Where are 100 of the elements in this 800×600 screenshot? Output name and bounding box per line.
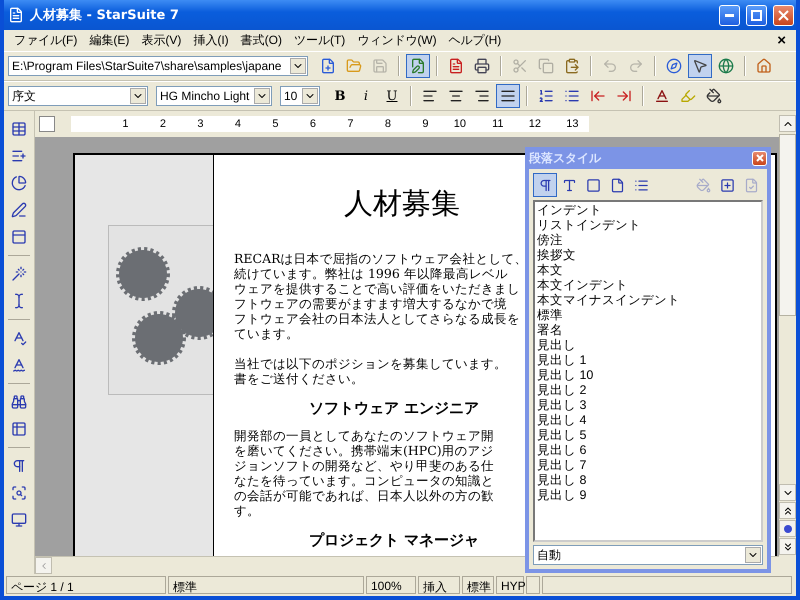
- ruler-number: 11: [491, 118, 504, 130]
- format-button[interactable]: B: [328, 84, 352, 108]
- navigation-button[interactable]: [779, 520, 796, 537]
- status-field: [526, 576, 540, 594]
- indent-icon: [616, 88, 632, 104]
- font-name-field[interactable]: HG Mincho Light: [156, 86, 272, 106]
- scroll-down-button[interactable]: [779, 484, 796, 501]
- menu-item[interactable]: 挿入(I): [187, 30, 235, 51]
- style-list-item[interactable]: 本文: [537, 263, 759, 278]
- align-right-icon: [474, 88, 490, 104]
- style-list-item[interactable]: 見出し 1: [537, 353, 759, 368]
- paragraph-line: ウェアを提供することで高い評価をいただきまし: [234, 281, 521, 296]
- style-list-item[interactable]: 挨拶文: [537, 248, 759, 263]
- form-icon: [11, 229, 27, 245]
- close-document-button[interactable]: ×: [771, 32, 792, 49]
- undo-icon: [602, 58, 618, 74]
- copy-icon: [538, 58, 554, 74]
- scroll-thumb[interactable]: [779, 134, 796, 316]
- table-grid-icon: [11, 421, 27, 437]
- minimize-button[interactable]: [719, 4, 740, 26]
- next-page-button[interactable]: [779, 538, 796, 555]
- maximize-button[interactable]: [746, 4, 767, 26]
- style-list-item[interactable]: インデント: [537, 203, 759, 218]
- new-style-icon: [720, 178, 734, 192]
- menu-item[interactable]: ファイル(F): [8, 30, 84, 51]
- section-heading: ソフトウェア エンジニア: [308, 401, 480, 416]
- save-icon: [372, 58, 388, 74]
- style-list-item[interactable]: 標準: [537, 308, 759, 323]
- paragraph-style-field[interactable]: 序文: [8, 86, 148, 106]
- scroll-up-button[interactable]: [779, 115, 796, 132]
- paragraph-line: なたを待っています。コンピュータの知識と: [234, 473, 495, 488]
- style-list-item[interactable]: 署名: [537, 323, 759, 338]
- paragraph-line: す。: [234, 503, 261, 518]
- maximize-icon: [751, 10, 762, 20]
- monitor-icon: [11, 512, 27, 528]
- style-list-item[interactable]: 見出し 3: [537, 398, 759, 413]
- format-button[interactable]: i: [354, 84, 378, 108]
- ruler-number: 1: [121, 118, 128, 130]
- paint-bucket-icon: [706, 88, 722, 104]
- ruler-number: 5: [271, 118, 278, 130]
- close-button[interactable]: [773, 4, 794, 26]
- paste-icon: [564, 58, 580, 74]
- url-field[interactable]: E:\Program Files\StarSuite7\share\samples\japane: [8, 56, 308, 76]
- dot-icon: [784, 524, 792, 532]
- style-list-item[interactable]: 見出し 6: [537, 443, 759, 458]
- style-list-item[interactable]: 見出し 8: [537, 473, 759, 488]
- align-justify-icon: [500, 88, 516, 104]
- folder-icon: [346, 58, 362, 74]
- menu-item[interactable]: ウィンドウ(W): [351, 30, 443, 51]
- house-icon: [756, 58, 772, 74]
- paragraph-line: 当社では以下のポジションを募集しています。: [234, 356, 508, 371]
- menu-item[interactable]: 書式(O): [234, 30, 288, 51]
- ruler-number: 10: [452, 118, 466, 130]
- update-style-icon: [744, 178, 758, 192]
- style-filter-field[interactable]: 自動: [533, 545, 763, 565]
- style-list-item[interactable]: 見出し 5: [537, 428, 759, 443]
- style-list-item[interactable]: 見出し 4: [537, 413, 759, 428]
- style-list-item[interactable]: 傍注: [537, 233, 759, 248]
- format-button[interactable]: U: [380, 84, 404, 108]
- minimize-icon: [725, 14, 734, 16]
- frame-icon: [586, 178, 600, 192]
- style-list-item[interactable]: 本文インデント: [537, 278, 759, 293]
- paragraph-line: フトウェア会社の日本法人としてさらなる成長を: [234, 311, 521, 326]
- new-file-icon: [320, 58, 336, 74]
- close-button[interactable]: [752, 150, 767, 166]
- style-list-item[interactable]: 見出し 10: [537, 368, 759, 383]
- menu-item[interactable]: 編集(E): [83, 30, 136, 51]
- menu-item[interactable]: ツール(T): [288, 30, 352, 51]
- ruler-number: 3: [196, 118, 204, 130]
- paragraph-line: を磨いてください。携帯端末(HPC)用のアジ: [234, 443, 495, 458]
- align-center-icon: [448, 88, 464, 104]
- toolbar-button[interactable]: [496, 84, 520, 108]
- menu-item[interactable]: 表示(V): [135, 30, 188, 51]
- style-list-item[interactable]: リストインデント: [537, 218, 759, 233]
- status-field: 標準: [462, 576, 494, 594]
- menu-item[interactable]: ヘルプ(H): [442, 30, 508, 51]
- highlighter-icon: [680, 88, 696, 104]
- style-list-item[interactable]: 見出し 9: [537, 488, 759, 503]
- style-category-button[interactable]: [533, 173, 557, 197]
- status-field: 標準: [168, 576, 364, 594]
- style-list-item[interactable]: 見出し: [537, 338, 759, 353]
- font-size-field[interactable]: 10: [280, 86, 320, 106]
- table-icon: [11, 121, 27, 137]
- window-title: 人材募集 - StarSuite 7: [30, 7, 180, 24]
- compass-icon: [666, 58, 682, 74]
- bullet-list-icon: [564, 88, 580, 104]
- style-list-item[interactable]: 見出し 2: [537, 383, 759, 398]
- ruler-number: 6: [308, 118, 316, 130]
- numbered-list-icon: [538, 88, 554, 104]
- previous-page-button[interactable]: [779, 502, 796, 519]
- pilcrow-icon: [538, 178, 552, 192]
- style-list-item[interactable]: 見出し 7: [537, 458, 759, 473]
- tab-stop-button[interactable]: [39, 116, 55, 132]
- panel-title: 段落スタイル: [529, 150, 601, 166]
- toolbar-button[interactable]: [688, 54, 712, 78]
- ruler-number: 9: [421, 118, 428, 130]
- paragraph-line: 書をご送付ください。: [234, 371, 365, 386]
- wand-icon: [11, 266, 27, 282]
- style-list-item[interactable]: 本文マイナスインデント: [537, 293, 759, 308]
- ruler-number: 4: [234, 118, 241, 130]
